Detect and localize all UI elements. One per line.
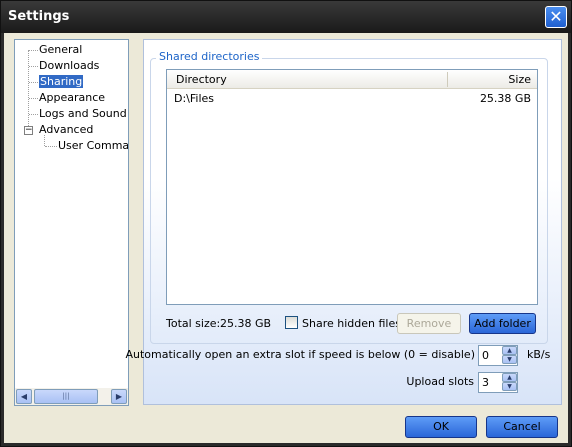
scrollbar-thumb[interactable]: ||| <box>34 389 98 404</box>
scroll-left-icon[interactable]: ◀ <box>16 389 32 404</box>
tree-connector <box>45 146 57 147</box>
spin-up-icon[interactable]: ▲ <box>502 373 517 382</box>
tree-connector <box>29 66 38 67</box>
upload-slots-value[interactable]: 3 <box>482 376 489 389</box>
remove-button[interactable]: Remove <box>397 313 461 334</box>
tree-item-logs-and-sound[interactable]: Logs and Sound <box>39 107 127 120</box>
cancel-button-label: Cancel <box>503 420 541 433</box>
upload-slots-label: Upload slots <box>406 375 474 388</box>
extra-slot-value[interactable]: 0 <box>482 349 489 362</box>
list-header: Directory Size <box>167 70 537 89</box>
ok-button[interactable]: OK <box>405 416 477 438</box>
total-size-label: Total size: <box>166 317 221 330</box>
tree-connector <box>29 114 38 115</box>
column-header-size[interactable]: Size <box>508 73 531 86</box>
close-button[interactable]: ✕ <box>545 6 567 28</box>
settings-window: Settings ✕ General Downloads Sharing App… <box>0 0 572 447</box>
extra-slot-label: Automatically open an extra slot if spee… <box>125 348 476 361</box>
shared-directories-list[interactable]: Directory Size D:\Files 25.38 GB <box>166 69 538 305</box>
window-title: Settings <box>8 9 70 24</box>
extra-slot-unit: kB/s <box>527 348 551 361</box>
tree-connector <box>44 135 45 146</box>
tree-connector <box>29 82 38 83</box>
collapse-icon[interactable]: − <box>24 126 33 135</box>
tree-item-appearance[interactable]: Appearance <box>39 91 105 104</box>
sharing-page: Shared directories Directory Size D:\Fil… <box>126 39 562 405</box>
extra-slot-spinner[interactable]: 0 ▲ ▼ <box>478 345 518 366</box>
tree-item-downloads[interactable]: Downloads <box>39 59 99 72</box>
spin-down-icon[interactable]: ▼ <box>502 355 517 364</box>
column-separator[interactable] <box>447 72 448 87</box>
upload-slots-spinner[interactable]: 3 ▲ ▼ <box>478 372 518 393</box>
list-row[interactable]: D:\Files 25.38 GB <box>167 90 537 106</box>
scroll-right-icon[interactable]: ▶ <box>111 389 127 404</box>
spinner-buttons: ▲ ▼ <box>502 346 517 365</box>
tree-item-general[interactable]: General <box>39 43 82 56</box>
tree-connector <box>28 50 29 130</box>
close-icon: ✕ <box>549 7 563 26</box>
dialog-client: General Downloads Sharing Appearance Log… <box>4 33 568 443</box>
add-folder-button[interactable]: Add folder <box>469 313 536 334</box>
spinner-buttons: ▲ ▼ <box>502 373 517 392</box>
column-header-directory[interactable]: Directory <box>176 73 227 86</box>
add-folder-button-label: Add folder <box>474 317 531 330</box>
group-title: Shared directories <box>156 50 263 63</box>
cancel-button[interactable]: Cancel <box>486 416 558 438</box>
spin-up-icon[interactable]: ▲ <box>502 346 517 355</box>
ok-button-label: OK <box>433 420 449 433</box>
tree-item-sharing[interactable]: Sharing <box>39 75 84 88</box>
title-bar[interactable]: Settings ✕ <box>1 1 571 33</box>
directory-cell: D:\Files <box>174 92 215 105</box>
settings-tree: General Downloads Sharing Appearance Log… <box>14 39 129 406</box>
remove-button-label: Remove <box>406 317 452 330</box>
spin-down-icon[interactable]: ▼ <box>502 382 517 391</box>
tree-horizontal-scrollbar[interactable]: ◀ ||| ▶ <box>15 388 128 405</box>
tree-item-user-commands[interactable]: User Commands <box>58 139 128 152</box>
size-cell: 25.38 GB <box>479 92 531 105</box>
tree-item-advanced[interactable]: Advanced <box>39 123 93 136</box>
total-size-value: 25.38 GB <box>220 317 272 330</box>
share-hidden-label[interactable]: Share hidden files <box>302 317 401 330</box>
tree-connector <box>29 98 38 99</box>
share-hidden-checkbox[interactable] <box>285 316 298 329</box>
tree-connector <box>29 50 38 51</box>
